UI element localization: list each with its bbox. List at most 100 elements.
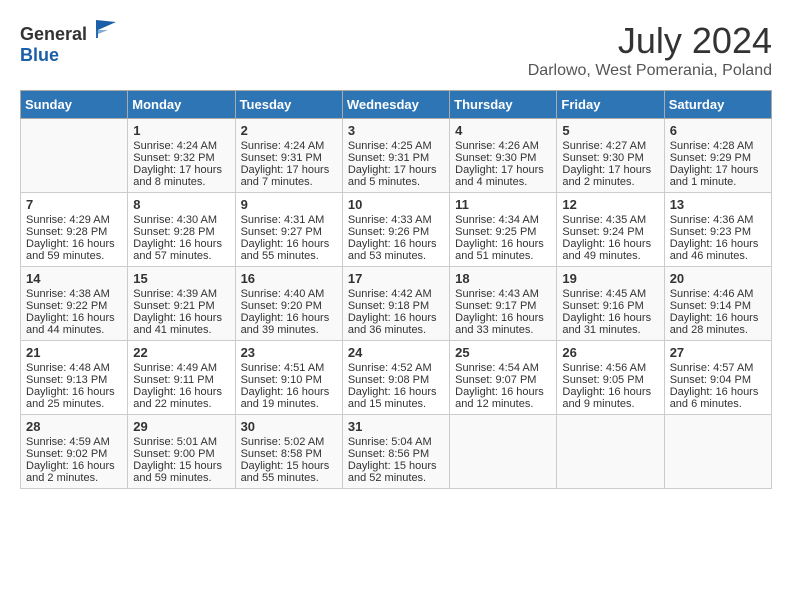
page-header: General Blue July 2024 Darlowo, West Pom… (20, 20, 772, 80)
header-wednesday: Wednesday (342, 91, 449, 119)
cell-info: Sunrise: 4:45 AM (562, 288, 658, 300)
cell-info: and 33 minutes. (455, 324, 551, 336)
cell-info: and 2 minutes. (26, 472, 122, 484)
header-row: SundayMondayTuesdayWednesdayThursdayFrid… (21, 91, 772, 119)
day-number: 8 (133, 197, 229, 212)
week-row-2: 7Sunrise: 4:29 AMSunset: 9:28 PMDaylight… (21, 193, 772, 267)
cell-info: Sunrise: 4:42 AM (348, 288, 444, 300)
day-number: 3 (348, 123, 444, 138)
calendar-cell: 6Sunrise: 4:28 AMSunset: 9:29 PMDaylight… (664, 119, 771, 193)
calendar-cell: 13Sunrise: 4:36 AMSunset: 9:23 PMDayligh… (664, 193, 771, 267)
cell-info: Sunset: 9:16 PM (562, 300, 658, 312)
calendar-cell: 20Sunrise: 4:46 AMSunset: 9:14 PMDayligh… (664, 267, 771, 341)
day-number: 6 (670, 123, 766, 138)
header-monday: Monday (128, 91, 235, 119)
cell-info: Daylight: 16 hours (26, 386, 122, 398)
day-number: 7 (26, 197, 122, 212)
cell-info: and 19 minutes. (241, 398, 337, 410)
cell-info: Daylight: 17 hours (348, 164, 444, 176)
header-thursday: Thursday (450, 91, 557, 119)
cell-info: and 25 minutes. (26, 398, 122, 410)
calendar-cell: 4Sunrise: 4:26 AMSunset: 9:30 PMDaylight… (450, 119, 557, 193)
cell-info: Sunset: 9:14 PM (670, 300, 766, 312)
day-number: 17 (348, 271, 444, 286)
calendar-cell: 17 Sunrise: 4:42 AMSunset: 9:18 PMDayligh… (342, 267, 449, 341)
cell-info: and 8 minutes. (133, 176, 229, 188)
cell-info: Sunrise: 4:49 AM (133, 362, 229, 374)
day-number: 25 (455, 345, 551, 360)
cell-info: Sunrise: 4:24 AM (241, 140, 337, 152)
calendar-cell: 5Sunrise: 4:27 AMSunset: 9:30 PMDaylight… (557, 119, 664, 193)
cell-info: Daylight: 16 hours (26, 460, 122, 472)
cell-info: Sunrise: 4:34 AM (455, 214, 551, 226)
cell-info: Daylight: 16 hours (133, 238, 229, 250)
cell-info: Daylight: 16 hours (348, 312, 444, 324)
cell-info: Sunrise: 5:02 AM (241, 436, 337, 448)
cell-info: Sunset: 9:24 PM (562, 226, 658, 238)
day-number: 31 (348, 419, 444, 434)
cell-info: Sunset: 9:31 PM (241, 152, 337, 164)
calendar-cell: 8Sunrise: 4:30 AMSunset: 9:28 PMDaylight… (128, 193, 235, 267)
location-subtitle: Darlowo, West Pomerania, Poland (528, 62, 772, 80)
cell-info: Sunrise: 4:59 AM (26, 436, 122, 448)
day-number: 24 (348, 345, 444, 360)
cell-info: and 49 minutes. (562, 250, 658, 262)
day-number: 22 (133, 345, 229, 360)
cell-info: and 39 minutes. (241, 324, 337, 336)
cell-info: and 52 minutes. (348, 472, 444, 484)
cell-info: Sunset: 8:58 PM (241, 448, 337, 460)
week-row-3: 14Sunrise: 4:38 AMSunset: 9:22 PMDayligh… (21, 267, 772, 341)
logo-flag-icon (94, 20, 118, 40)
cell-info: Sunrise: 5:04 AM (348, 436, 444, 448)
cell-info: Sunrise: 4:28 AM (670, 140, 766, 152)
cell-info: Daylight: 15 hours (133, 460, 229, 472)
calendar-cell: 25Sunrise: 4:54 AMSunset: 9:07 PMDayligh… (450, 341, 557, 415)
calendar-cell: 27Sunrise: 4:57 AMSunset: 9:04 PMDayligh… (664, 341, 771, 415)
cell-info: Sunset: 9:11 PM (133, 374, 229, 386)
cell-info: Sunset: 9:05 PM (562, 374, 658, 386)
cell-info: Daylight: 16 hours (455, 312, 551, 324)
cell-info: Daylight: 17 hours (241, 164, 337, 176)
cell-info: Sunrise: 4:38 AM (26, 288, 122, 300)
cell-info: and 2 minutes. (562, 176, 658, 188)
cell-info: Sunset: 9:07 PM (455, 374, 551, 386)
header-friday: Friday (557, 91, 664, 119)
calendar-cell: 16Sunrise: 4:40 AMSunset: 9:20 PMDayligh… (235, 267, 342, 341)
day-number: 1 (133, 123, 229, 138)
cell-info: Sunset: 9:26 PM (348, 226, 444, 238)
day-number: 11 (455, 197, 551, 212)
cell-info: Daylight: 16 hours (670, 386, 766, 398)
calendar-cell (450, 415, 557, 489)
cell-info: and 44 minutes. (26, 324, 122, 336)
cell-info: Sunset: 9:21 PM (133, 300, 229, 312)
cell-info: and 4 minutes. (455, 176, 551, 188)
cell-info: Daylight: 15 hours (348, 460, 444, 472)
day-number: 20 (670, 271, 766, 286)
cell-info: Sunset: 9:32 PM (133, 152, 229, 164)
cell-info: and 51 minutes. (455, 250, 551, 262)
calendar-cell: 31Sunrise: 5:04 AMSunset: 8:56 PMDayligh… (342, 415, 449, 489)
cell-info: Sunrise: 4:54 AM (455, 362, 551, 374)
calendar-cell (664, 415, 771, 489)
calendar-cell: 2Sunrise: 4:24 AMSunset: 9:31 PMDaylight… (235, 119, 342, 193)
calendar-cell: 3Sunrise: 4:25 AMSunset: 9:31 PMDaylight… (342, 119, 449, 193)
cell-info: Sunrise: 4:24 AM (133, 140, 229, 152)
month-title: July 2024 (528, 20, 772, 62)
cell-info: Sunset: 9:18 PM (348, 300, 444, 312)
day-number: 10 (348, 197, 444, 212)
cell-info: Sunset: 9:04 PM (670, 374, 766, 386)
cell-info: Daylight: 16 hours (348, 386, 444, 398)
cell-info: Sunrise: 4:43 AM (455, 288, 551, 300)
cell-info: Sunrise: 4:31 AM (241, 214, 337, 226)
day-number: 28 (26, 419, 122, 434)
day-number: 16 (241, 271, 337, 286)
cell-info: Sunrise: 4:27 AM (562, 140, 658, 152)
cell-info: Sunrise: 4:52 AM (348, 362, 444, 374)
day-number: 26 (562, 345, 658, 360)
day-number: 23 (241, 345, 337, 360)
cell-info: Sunset: 9:27 PM (241, 226, 337, 238)
cell-info: Sunset: 9:28 PM (133, 226, 229, 238)
cell-info: Daylight: 17 hours (455, 164, 551, 176)
cell-info: Sunset: 9:00 PM (133, 448, 229, 460)
cell-info: Sunrise: 4:39 AM (133, 288, 229, 300)
